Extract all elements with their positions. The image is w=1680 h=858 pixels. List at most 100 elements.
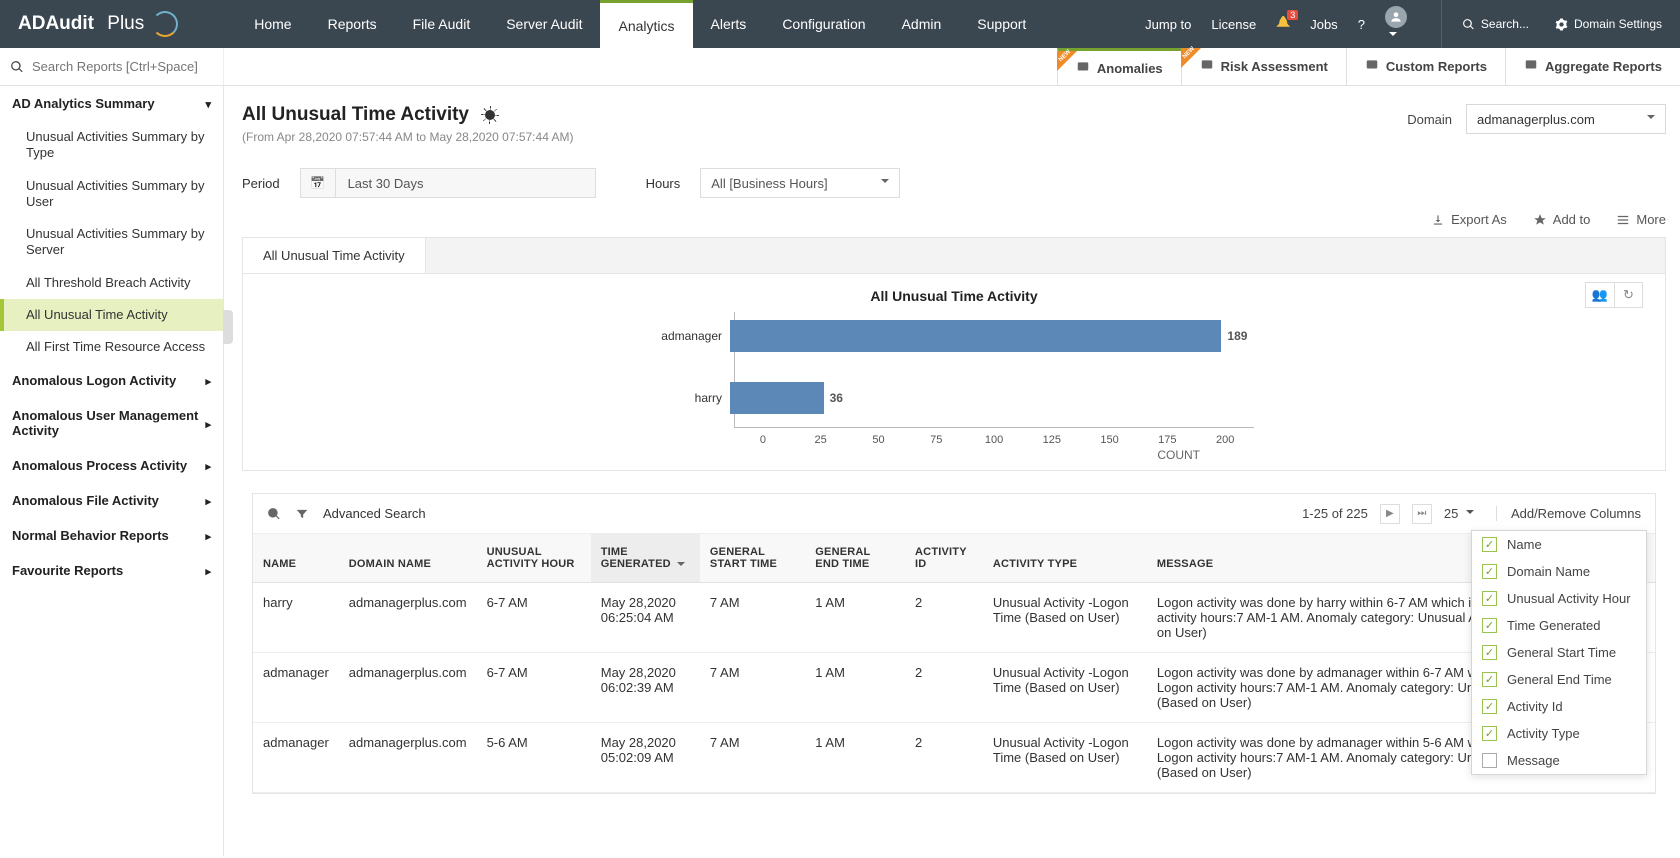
more-label: More xyxy=(1636,212,1666,227)
col-unusual-activity-hour[interactable]: UNUSUAL ACTIVITY HOUR xyxy=(477,534,591,583)
global-search[interactable]: Search... xyxy=(1462,17,1529,31)
domain-settings-link[interactable]: Domain Settings xyxy=(1555,17,1662,31)
notifications-bell[interactable]: 3 xyxy=(1276,16,1290,33)
column-option-label: General Start Time xyxy=(1507,645,1616,660)
user-avatar-menu[interactable] xyxy=(1385,6,1407,43)
page-title: All Unusual Time Activity xyxy=(242,104,469,126)
search-reports[interactable] xyxy=(0,48,224,85)
cell-time: May 28,202006:02:39 AM xyxy=(591,653,700,723)
page-size-select[interactable]: 25 xyxy=(1444,506,1474,521)
nav-admin[interactable]: Admin xyxy=(884,0,960,48)
export-as-button[interactable]: Export As xyxy=(1431,212,1507,227)
table-row[interactable]: harryadmanagerplus.com6-7 AMMay 28,20200… xyxy=(253,583,1655,653)
nav-group-anomalous-user-management-activity[interactable]: Anomalous User Management Activity xyxy=(0,398,223,448)
more-button[interactable]: More xyxy=(1616,212,1666,227)
column-option[interactable]: ✓Time Generated xyxy=(1472,612,1646,639)
bar[interactable] xyxy=(730,382,824,414)
nav-group-anomalous-logon-activity[interactable]: Anomalous Logon Activity xyxy=(0,363,223,398)
sun-icon[interactable] xyxy=(481,106,499,124)
column-option[interactable]: Message xyxy=(1472,747,1646,774)
chevron-icon xyxy=(205,96,211,111)
checkbox-icon xyxy=(1482,753,1497,768)
column-option[interactable]: ✓Activity Id xyxy=(1472,693,1646,720)
tab-risk-assessment[interactable]: NEWRisk Assessment xyxy=(1181,48,1346,85)
column-option[interactable]: ✓ General Start Time xyxy=(1472,639,1646,666)
jobs-link[interactable]: Jobs xyxy=(1310,17,1337,32)
col-general-start-time[interactable]: GENERAL START TIME xyxy=(700,534,805,583)
nav-group-ad-analytics-summary[interactable]: AD Analytics Summary xyxy=(0,86,223,121)
period-value[interactable]: Last 30 Days xyxy=(336,168,596,198)
col-activity-id[interactable]: ACTIVITY ID xyxy=(905,534,983,583)
checkbox-icon: ✓ xyxy=(1482,645,1497,660)
nav-group-anomalous-process-activity[interactable]: Anomalous Process Activity xyxy=(0,448,223,483)
nav-home[interactable]: Home xyxy=(236,0,309,48)
checkbox-icon: ✓ xyxy=(1482,699,1497,714)
column-dropdown[interactable]: ✓Name✓Domain Name✓Unusual Activity Hour✓… xyxy=(1471,530,1647,775)
nav-server-audit[interactable]: Server Audit xyxy=(488,0,600,48)
secondary-strip: NEWAnomaliesNEWRisk AssessmentCustom Rep… xyxy=(0,48,1680,86)
col-time-generated[interactable]: TIME GENERATED xyxy=(591,534,700,583)
column-option[interactable]: ✓Unusual Activity Hour xyxy=(1472,585,1646,612)
sidebar-collapse-handle[interactable] xyxy=(223,310,233,344)
nav-item[interactable]: Unusual Activities Summary by Server xyxy=(0,218,223,267)
domain-select[interactable]: admanagerplus.com xyxy=(1466,104,1666,134)
nav-item[interactable]: All Unusual Time Activity xyxy=(0,299,223,331)
next-page-button[interactable]: ▶ xyxy=(1380,504,1400,524)
tab-aggregate-reports[interactable]: Aggregate Reports xyxy=(1505,48,1680,85)
chart-tools: 👥 ↻ xyxy=(1585,282,1643,308)
chart-tab[interactable]: All Unusual Time Activity xyxy=(243,238,426,273)
table-row[interactable]: admanageradmanagerplus.com5-6 AMMay 28,2… xyxy=(253,723,1655,793)
nav-group-normal-behavior-reports[interactable]: Normal Behavior Reports xyxy=(0,518,223,553)
tab-anomalies[interactable]: NEWAnomalies xyxy=(1057,48,1181,85)
filter-search-icon[interactable] xyxy=(267,507,281,521)
col-activity-type[interactable]: ACTIVITY TYPE xyxy=(983,534,1147,583)
nav-group-anomalous-file-activity[interactable]: Anomalous File Activity xyxy=(0,483,223,518)
nav-reports[interactable]: Reports xyxy=(310,0,395,48)
jump-to-link[interactable]: Jump to xyxy=(1145,17,1191,32)
nav-item[interactable]: Unusual Activities Summary by User xyxy=(0,170,223,219)
column-option[interactable]: ✓Domain Name xyxy=(1472,558,1646,585)
license-link[interactable]: License xyxy=(1211,17,1256,32)
cell-hour: 5-6 AM xyxy=(477,723,591,793)
nav-alerts[interactable]: Alerts xyxy=(693,0,765,48)
hours-select[interactable]: All [Business Hours] xyxy=(700,168,900,198)
add-to-button[interactable]: Add to xyxy=(1533,212,1591,227)
tab-icon xyxy=(1524,58,1538,75)
table-row[interactable]: admanageradmanagerplus.com6-7 AMMay 28,2… xyxy=(253,653,1655,723)
top-utilities: Jump to License 3 Jobs ? Search... Domai… xyxy=(1145,0,1680,48)
nav-group-favourite-reports[interactable]: Favourite Reports xyxy=(0,553,223,588)
help-link[interactable]: ? xyxy=(1358,17,1365,32)
add-remove-columns-button[interactable]: Add/Remove Columns xyxy=(1496,506,1641,521)
adv-filter-icon[interactable] xyxy=(295,507,309,521)
data-grid: NAMEDOMAIN NAMEUNUSUAL ACTIVITY HOURTIME… xyxy=(253,534,1655,793)
last-page-button[interactable]: ⏭ xyxy=(1412,504,1432,524)
nav-item[interactable]: All First Time Resource Access xyxy=(0,331,223,363)
bar[interactable] xyxy=(730,320,1221,352)
tab-custom-reports[interactable]: Custom Reports xyxy=(1346,48,1505,85)
search-reports-input[interactable] xyxy=(32,59,213,74)
tick-label: 125 xyxy=(1023,434,1081,446)
chart-title: All Unusual Time Activity xyxy=(273,288,1635,304)
cell-aid: 2 xyxy=(905,653,983,723)
chart-refresh-icon[interactable]: ↻ xyxy=(1614,283,1642,307)
calendar-button[interactable] xyxy=(300,168,336,198)
advanced-search-link[interactable]: Advanced Search xyxy=(323,506,426,521)
nav-support[interactable]: Support xyxy=(959,0,1044,48)
brand-suffix: Plus xyxy=(107,13,144,35)
cell-end: 1 AM xyxy=(805,723,905,793)
nav-item[interactable]: All Threshold Breach Activity xyxy=(0,267,223,299)
col-domain-name[interactable]: DOMAIN NAME xyxy=(339,534,477,583)
col-general-end-time[interactable]: GENERAL END TIME xyxy=(805,534,905,583)
column-option[interactable]: ✓Activity Type xyxy=(1472,720,1646,747)
chart-people-icon[interactable]: 👥 xyxy=(1586,283,1614,307)
nav-configuration[interactable]: Configuration xyxy=(764,0,883,48)
period-label: Period xyxy=(242,176,280,191)
nav-item[interactable]: Unusual Activities Summary by Type xyxy=(0,121,223,170)
checkbox-icon: ✓ xyxy=(1482,618,1497,633)
tick-label: 75 xyxy=(907,434,965,446)
nav-file-audit[interactable]: File Audit xyxy=(395,0,489,48)
column-option[interactable]: ✓Name xyxy=(1472,531,1646,558)
nav-analytics[interactable]: Analytics xyxy=(600,0,692,48)
column-option[interactable]: ✓General End Time xyxy=(1472,666,1646,693)
col-name[interactable]: NAME xyxy=(253,534,339,583)
